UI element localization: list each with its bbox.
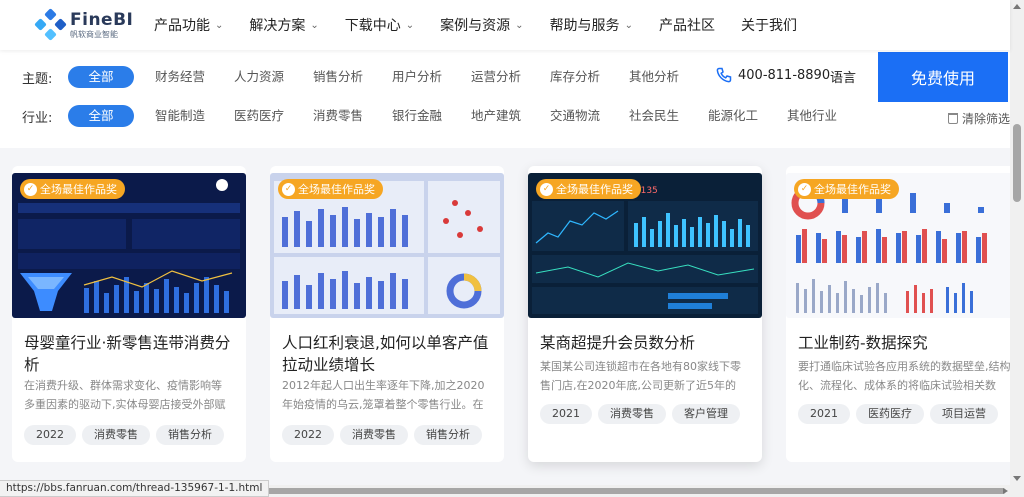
topic-label: 主题: [22,71,53,87]
scrollbar-thumb[interactable] [1013,124,1021,202]
case-tags: 2021 消费零售 客户管理 [540,404,746,424]
filter-panel: 主题: 全部 财务经营 人力资源 销售分析 用户分析 运营分析 库存分析 其他分… [0,50,1010,148]
nav-item-solutions[interactable]: 解决方案 ⌄ [249,15,318,35]
case-tags: 2021 医药医疗 项目运营 [798,404,1004,424]
topic-chip-inventory[interactable]: 库存分析 [542,66,608,88]
top-navbar: FineBI 帆软商业智能 产品功能 ⌄ 解决方案 ⌄ 下载中心 ⌄ 案例与资源 ⌄ 帮… [0,0,1010,50]
tag-industry[interactable]: 消费零售 [82,425,150,445]
tag-topic[interactable]: 销售分析 [414,425,482,445]
case-title[interactable]: 母婴童行业·新零售连带消费分析 [24,332,236,376]
industry-chip-realestate[interactable]: 地产建筑 [463,105,529,127]
fineBI-logo[interactable]: FineBI 帆软商业智能 [34,8,134,41]
case-card[interactable]: 1,135 ✓ 全场最佳作品奖 某商超提升会员数分析 某国某公司连锁超市在各地有8… [528,166,762,462]
case-card[interactable]: ✓ 全场最佳作品奖 工业制药-数据探究 要打通临床试验各应用系统的数据壁垒,结构化… [786,166,1020,462]
tag-year[interactable]: 2021 [798,404,850,424]
trash-icon [948,113,958,124]
nav-item-download[interactable]: 下载中心 ⌄ [345,15,414,35]
industry-chip-other[interactable]: 其他行业 [779,105,845,127]
industry-chip-manufacturing[interactable]: 智能制造 [147,105,213,127]
clear-filter-button[interactable]: 清除筛选 [948,110,1010,127]
chevron-down-icon: ⌄ [310,19,319,31]
tag-industry[interactable]: 消费零售 [340,425,408,445]
free-trial-button[interactable]: 免费使用 [878,52,1008,102]
topic-chip-all[interactable]: 全部 [68,66,134,88]
case-tags: 2022 消费零售 销售分析 [24,425,230,445]
tag-year[interactable]: 2021 [540,404,592,424]
topic-chip-sales[interactable]: 销售分析 [305,66,371,88]
nav-item-cases[interactable]: 案例与资源 ⌄ [440,15,523,35]
nav-item-about[interactable]: 关于我们 [741,15,797,35]
vertical-scrollbar[interactable] [1010,0,1024,485]
status-bar-url: https://bbs.fanruan.com/thread-135967-1-… [0,480,270,497]
award-badge: ✓ 全场最佳作品奖 [536,179,641,199]
case-thumbnail[interactable]: 1,135 ✓ 全场最佳作品奖 [528,173,762,318]
case-description: 要打通临床试验各应用系统的数据壁垒,结构化、流程化、成体系的将临床试验相关数据.… [798,360,1011,392]
main-nav: 产品功能 ⌄ 解决方案 ⌄ 下载中心 ⌄ 案例与资源 ⌄ 帮助与服务 ⌄ 产品社区 关于我… [154,0,823,50]
chevron-down-icon: ⌄ [215,19,224,31]
medal-icon: ✓ [282,182,295,196]
brand-subtitle: 帆软商业智能 [70,29,118,39]
nav-item-product[interactable]: 产品功能 ⌄ [154,15,223,35]
scroll-down-icon[interactable] [1013,476,1021,481]
chevron-down-icon: ⌄ [515,19,524,31]
tag-topic[interactable]: 项目运营 [930,404,998,424]
tag-year[interactable]: 2022 [282,425,334,445]
medal-icon: ✓ [798,182,811,196]
topic-chip-operation[interactable]: 运营分析 [463,66,529,88]
tag-industry[interactable]: 医药医疗 [856,404,924,424]
industry-chip-medical[interactable]: 医药医疗 [226,105,292,127]
industry-chip-finance[interactable]: 银行金融 [384,105,450,127]
industry-chip-logistics[interactable]: 交通物流 [542,105,608,127]
award-badge: ✓ 全场最佳作品奖 [20,179,125,199]
tag-topic[interactable]: 销售分析 [156,425,224,445]
industry-filter-row: 行业: 全部 智能制造 医药医疗 消费零售 银行金融 地产建筑 交通物流 社会民… [22,105,858,127]
phone-contact[interactable]: 400-811-8890 [716,67,830,83]
topic-chip-hr[interactable]: 人力资源 [226,66,292,88]
award-badge: ✓ 全场最佳作品奖 [794,179,899,199]
scroll-up-icon[interactable] [1013,4,1021,9]
tag-topic[interactable]: 客户管理 [672,404,740,424]
industry-chip-society[interactable]: 社会民生 [621,105,687,127]
brand-name: FineBI [70,9,134,30]
topic-chip-user[interactable]: 用户分析 [384,66,450,88]
medal-icon: ✓ [24,182,37,196]
nav-item-help[interactable]: 帮助与服务 ⌄ [550,15,633,35]
case-thumbnail[interactable]: ✓ 全场最佳作品奖 [270,173,504,318]
case-thumbnail[interactable]: ✓ 全场最佳作品奖 [786,173,1020,318]
chevron-down-icon: ⌄ [405,19,415,31]
case-tags: 2022 消费零售 销售分析 [282,425,488,445]
case-description: 在消费升级、群体需求变化、疫情影响等多重因素的驱动下,实体母婴店接受外部赋能,.… [24,379,226,411]
case-title[interactable]: 工业制药-数据探究 [798,332,1010,354]
industry-chip-energy[interactable]: 能源化工 [700,105,766,127]
phone-icon [716,67,732,83]
case-description: 某国某公司连锁超市在各地有80家线下零售门店,在2020年底,公司更新了近5年的… [540,360,741,392]
case-card[interactable]: ✓ 全场最佳作品奖 母婴童行业·新零售连带消费分析 在消费升级、群体需求变化、疫情… [12,166,246,462]
case-title[interactable]: 某商超提升会员数分析 [540,332,752,354]
industry-chip-all[interactable]: 全部 [68,105,134,127]
industry-label: 行业: [22,110,53,126]
scrollbar-thumb[interactable] [216,488,1006,494]
topic-filter-row: 主题: 全部 财务经营 人力资源 销售分析 用户分析 运营分析 库存分析 其他分… [22,66,700,88]
case-card[interactable]: ✓ 全场最佳作品奖 人口红利衰退,如何以单客产值拉动业绩增长 2012年起人口出生… [270,166,504,462]
scroll-right-icon[interactable] [1003,488,1008,494]
tag-year[interactable]: 2022 [24,425,76,445]
case-title[interactable]: 人口红利衰退,如何以单客产值拉动业绩增长 [282,332,494,376]
topic-chip-finance[interactable]: 财务经营 [147,66,213,88]
medal-icon: ✓ [540,182,553,196]
chevron-down-icon: ⌄ [624,19,633,31]
topic-chip-other[interactable]: 其他分析 [621,66,687,88]
logo-icon [34,8,67,41]
tag-industry[interactable]: 消费零售 [598,404,666,424]
industry-chip-retail[interactable]: 消费零售 [305,105,371,127]
nav-item-community[interactable]: 产品社区 [659,15,715,35]
case-description: 2012年起人口出生率逐年下降,加之2020年始疫情的乌云,笼罩着整个零售行业。… [282,379,485,411]
case-thumbnail[interactable]: ✓ 全场最佳作品奖 [12,173,246,318]
language-switch[interactable]: 语言 [830,67,856,86]
award-badge: ✓ 全场最佳作品奖 [278,179,383,199]
